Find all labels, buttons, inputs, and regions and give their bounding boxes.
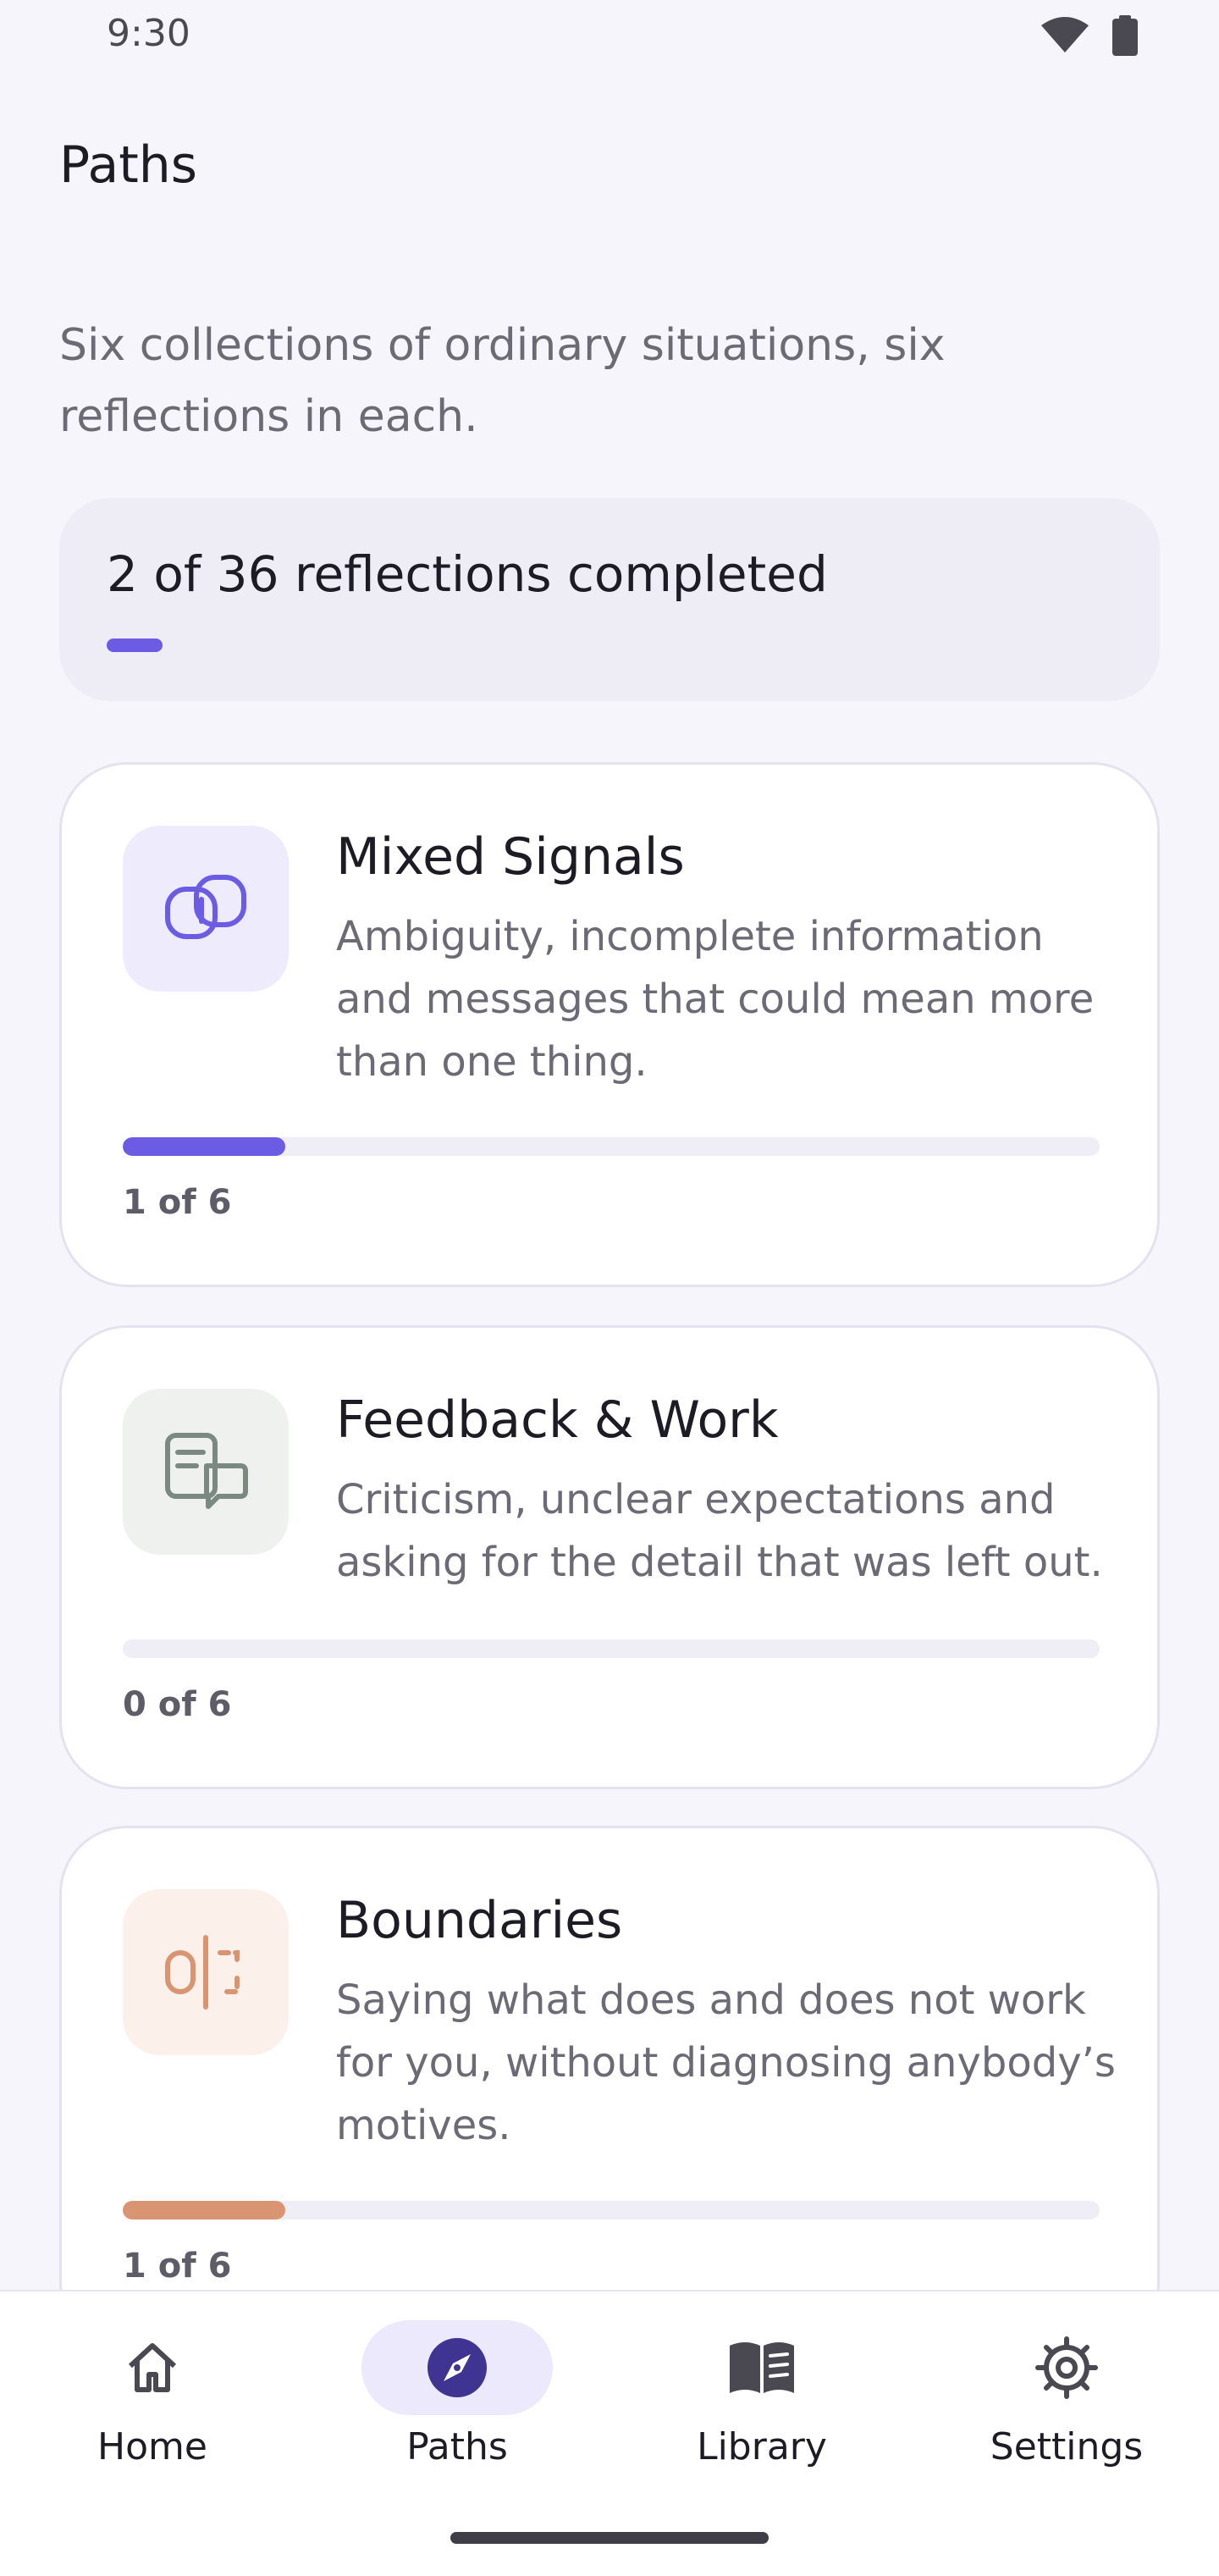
status-icons: [1041, 15, 1138, 56]
nav-label: Paths: [406, 2425, 508, 2468]
wifi-icon: [1041, 17, 1089, 53]
book-icon: [730, 2342, 794, 2393]
overlapping-squares-icon: [165, 875, 246, 939]
card-title: Boundaries: [336, 1891, 623, 1950]
nav-item-settings[interactable]: Settings: [957, 2320, 1177, 2507]
nav-icon-container: [361, 2320, 553, 2415]
boundary-line-icon: [165, 1935, 240, 2009]
home-icon: [128, 2343, 177, 2392]
compass-icon: [427, 2338, 487, 2397]
card-icon-container: [123, 1389, 289, 1555]
page-title: Paths: [59, 135, 198, 195]
card-progress-track: [123, 2201, 1100, 2219]
status-bar: 9:30: [0, 0, 1219, 75]
card-description: Saying what does and does not work for y…: [336, 1976, 1116, 2149]
card-icon-container: [123, 826, 289, 992]
card-progress-track: [123, 1137, 1100, 1156]
card-title: Feedback & Work: [336, 1390, 779, 1450]
path-card-mixed-signals[interactable]: Mixed Signals Ambiguity, incomplete info…: [59, 762, 1160, 1287]
nav-item-library[interactable]: Library: [652, 2320, 872, 2507]
card-progress-fill: [123, 1137, 286, 1156]
nav-icon-container: [666, 2320, 858, 2415]
progress-summary: 2 of 36 reflections completed: [59, 498, 1160, 701]
nav-icon-container: [57, 2320, 248, 2415]
card-progress-fill: [123, 2201, 286, 2219]
nav-label: Settings: [990, 2425, 1144, 2468]
nav-item-paths[interactable]: Paths: [347, 2320, 567, 2507]
nav-label: Library: [697, 2425, 827, 2468]
card-progress-count: 1 of 6: [123, 2247, 232, 2286]
card-description: Ambiguity, incomplete information and me…: [336, 913, 1095, 1086]
battery-icon: [1112, 15, 1138, 56]
home-indicator: [450, 2532, 769, 2544]
intro-text: Six collections of ordinary situations, …: [59, 320, 946, 442]
card-description: Criticism, unclear expectations and aski…: [336, 1476, 1103, 1586]
nav-label: Home: [97, 2425, 207, 2468]
card-progress-count: 0 of 6: [123, 1685, 232, 1724]
document-chat-icon: [165, 1433, 248, 1509]
status-time: 9:30: [107, 12, 190, 55]
path-card-boundaries[interactable]: Boundaries Saying what does and does not…: [59, 1826, 1160, 2351]
gear-icon: [1035, 2336, 1098, 2399]
nav-icon-container: [971, 2320, 1162, 2415]
card-title: Mixed Signals: [336, 827, 685, 887]
progress-summary-text: 2 of 36 reflections completed: [107, 545, 828, 603]
card-icon-container: [123, 1889, 289, 2055]
card-progress-track: [123, 1639, 1100, 1658]
progress-summary-bar: [107, 638, 163, 652]
card-progress-count: 1 of 6: [123, 1183, 232, 1222]
nav-item-home[interactable]: Home: [42, 2320, 262, 2507]
path-card-feedback-work[interactable]: Feedback & Work Criticism, unclear expec…: [59, 1325, 1160, 1789]
